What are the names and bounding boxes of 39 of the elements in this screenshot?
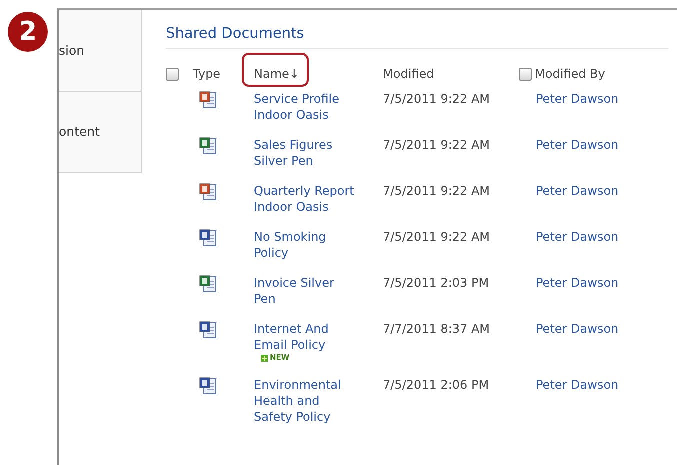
modified-date: 7/5/2011 9:22 AM xyxy=(383,230,490,244)
modified-date: 7/5/2011 2:06 PM xyxy=(383,378,490,392)
new-icon xyxy=(261,354,268,362)
document-file-icon xyxy=(199,321,217,339)
document-link[interactable]: Environmental Health and Safety Policy xyxy=(254,377,358,425)
modified-date: 7/7/2011 8:37 AM xyxy=(383,322,490,336)
author-link[interactable]: Peter Dawson xyxy=(536,378,619,392)
spreadsheet-file-icon xyxy=(199,275,217,293)
spreadsheet-file-icon xyxy=(199,137,217,155)
author-link[interactable]: Peter Dawson xyxy=(536,138,619,152)
document-link[interactable]: No Smoking Policy xyxy=(254,229,358,261)
document-link[interactable]: Quarterly Report Indoor Oasis xyxy=(254,183,358,215)
column-header[interactable]: Modified xyxy=(383,67,434,81)
column-header[interactable]: Type xyxy=(193,67,221,81)
presentation-file-icon xyxy=(199,183,217,201)
document-link[interactable]: Invoice Silver Pen xyxy=(254,275,358,307)
list-title[interactable]: Shared Documents xyxy=(166,26,669,49)
author-link[interactable]: Peter Dawson xyxy=(536,184,619,198)
author-link[interactable]: Peter Dawson xyxy=(536,230,619,244)
modified-date: 7/5/2011 9:22 AM xyxy=(383,184,490,198)
document-link[interactable]: Service Profile Indoor Oasis xyxy=(254,91,358,123)
document-file-icon xyxy=(199,377,217,395)
modified-date: 7/5/2011 2:03 PM xyxy=(383,276,490,290)
modified-date: 7/5/2011 9:22 AM xyxy=(383,138,490,152)
document-link[interactable]: Sales Figures Silver Pen xyxy=(254,137,358,169)
document-link[interactable]: Internet And Email Policy xyxy=(254,321,358,353)
author-link[interactable]: Peter Dawson xyxy=(536,322,619,336)
author-link[interactable]: Peter Dawson xyxy=(536,276,619,290)
column-header[interactable]: Modified By xyxy=(535,67,606,81)
modified-date: 7/5/2011 9:22 AM xyxy=(383,92,490,106)
author-link[interactable]: Peter Dawson xyxy=(536,92,619,106)
document-file-icon xyxy=(199,229,217,247)
nav-item[interactable]: ontent xyxy=(59,124,100,140)
step-number: 2 xyxy=(8,12,48,52)
select-all-checkbox[interactable] xyxy=(166,68,179,80)
column-checkbox[interactable] xyxy=(519,68,532,80)
presentation-file-icon xyxy=(199,91,217,109)
column-header[interactable]: Name↓ xyxy=(254,67,300,81)
nav-item[interactable]: sion xyxy=(59,42,85,58)
